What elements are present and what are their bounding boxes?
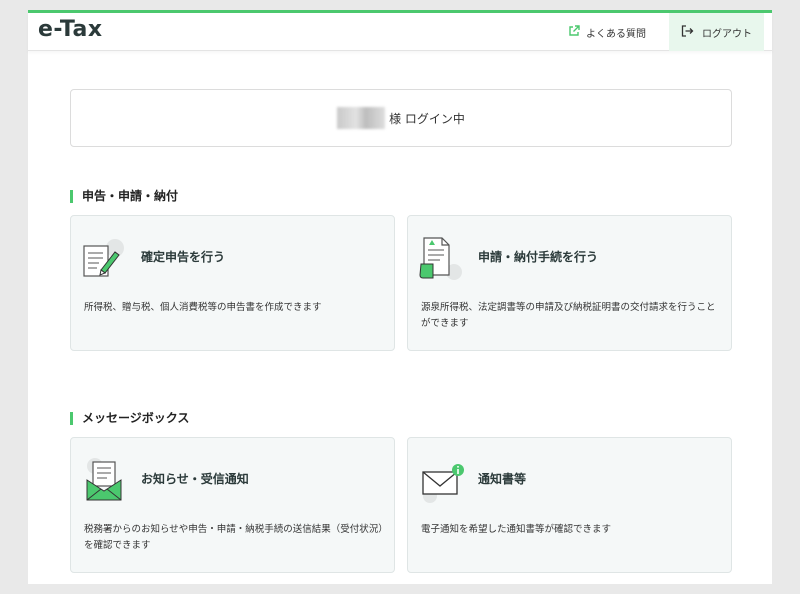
logout-label: ログアウト bbox=[702, 28, 752, 40]
logout-button[interactable]: ログアウト bbox=[669, 13, 764, 51]
login-status-text: 様 ログイン中 bbox=[389, 111, 465, 126]
card-title: 通知書等 bbox=[478, 472, 527, 486]
card-application-payment[interactable]: 申請・納付手続を行う 源泉所得税、法定調書等の申請及び納税証明書の交付請求を行う… bbox=[407, 215, 732, 351]
card-notices[interactable]: お知らせ・受信通知 税務署からのお知らせや申告・申請・納税手続の送信結果（受付状… bbox=[70, 437, 395, 573]
faq-link[interactable]: よくある質問 bbox=[568, 13, 646, 51]
open-envelope-icon bbox=[81, 456, 131, 506]
external-link-icon bbox=[568, 24, 580, 40]
card-title: 申請・納付手続を行う bbox=[478, 250, 599, 264]
document-pen-icon bbox=[81, 234, 131, 284]
header: e-Tax よくある質問 ログアウト bbox=[28, 13, 772, 51]
card-title: お知らせ・受信通知 bbox=[141, 472, 249, 486]
section-title-filing: 申告・申請・納付 bbox=[70, 190, 178, 203]
login-status-box: 様 ログイン中 bbox=[70, 89, 732, 147]
card-description: 源泉所得税、法定調書等の申請及び納税証明書の交付請求を行うことができます bbox=[421, 302, 716, 329]
section-title-message-box: メッセージボックス bbox=[70, 412, 189, 425]
card-notifications[interactable]: 通知書等 電子通知を希望した通知書等が確認できます bbox=[407, 437, 732, 573]
blurred-username bbox=[337, 107, 386, 129]
card-title: 確定申告を行う bbox=[141, 250, 226, 264]
card-description: 所得税、贈与税、個人消費税等の申告書を作成できます bbox=[84, 302, 322, 313]
faq-label: よくある質問 bbox=[586, 28, 646, 40]
page: e-Tax よくある質問 ログアウト 様 ログイン中 申告・申請・納付 確定申告… bbox=[28, 10, 772, 584]
envelope-info-icon bbox=[418, 456, 468, 506]
card-tax-return[interactable]: 確定申告を行う 所得税、贈与税、個人消費税等の申告書を作成できます bbox=[70, 215, 395, 351]
card-description: 電子通知を希望した通知書等が確認できます bbox=[421, 524, 612, 535]
etax-logo[interactable]: e-Tax bbox=[38, 17, 103, 42]
application-document-icon bbox=[418, 234, 468, 284]
logout-icon bbox=[681, 24, 694, 40]
card-description: 税務署からのお知らせや申告・申請・納税手続の送信結果（受付状況）を確認できます bbox=[84, 524, 384, 551]
